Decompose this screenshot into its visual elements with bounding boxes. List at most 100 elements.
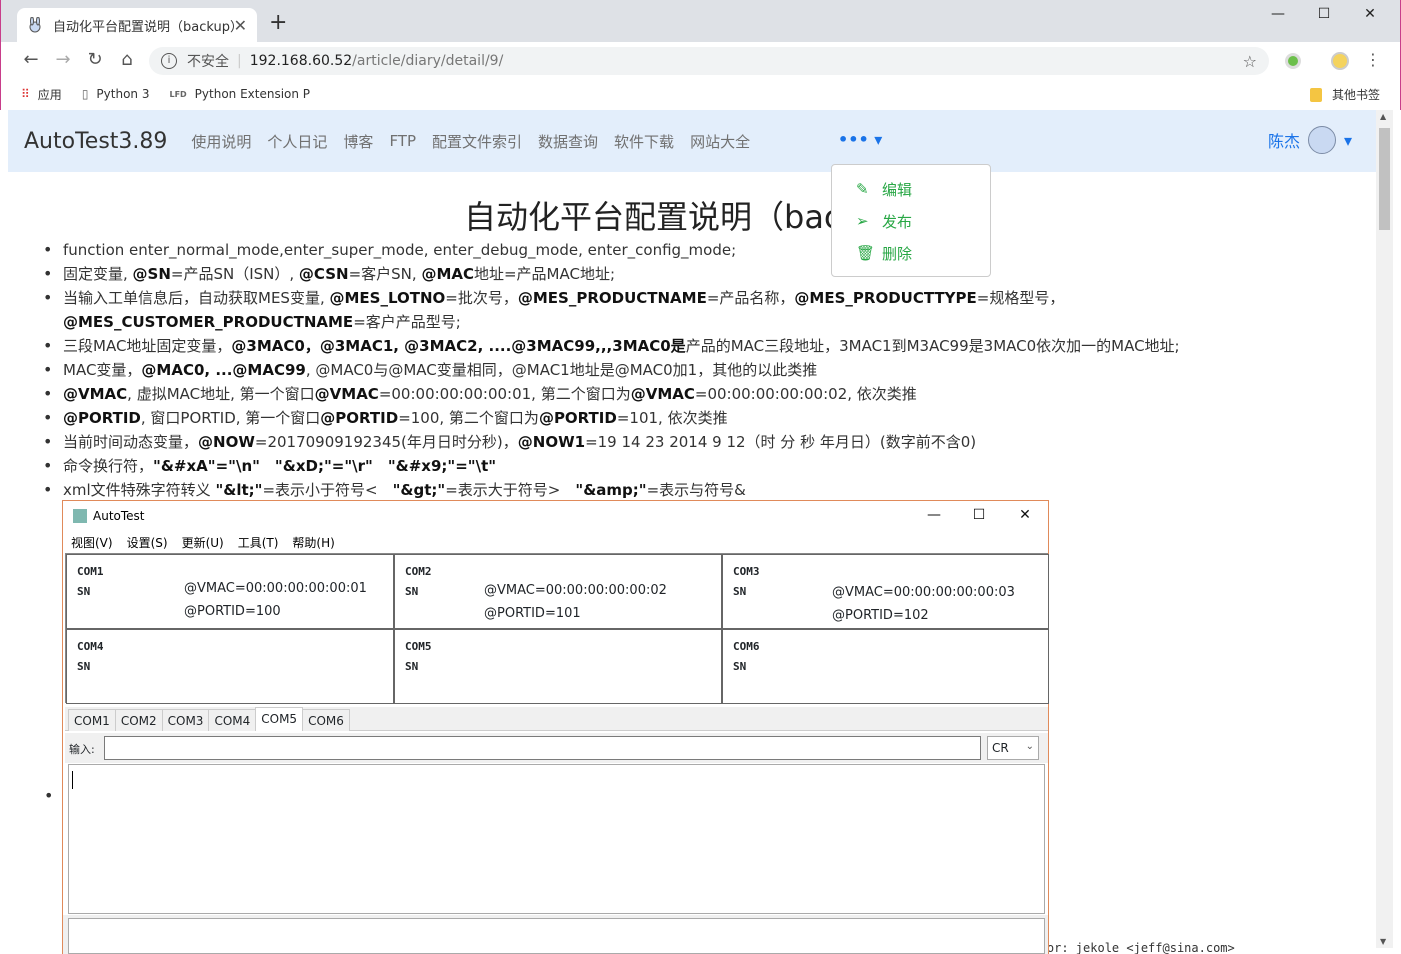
page-scrollbar[interactable]: ▲ ▼ bbox=[1376, 110, 1393, 948]
dropdown-item-edit[interactable]: ✎ 编辑 bbox=[832, 173, 990, 205]
command-input[interactable] bbox=[104, 736, 981, 760]
port-sn: SN bbox=[77, 585, 91, 598]
forward-icon[interactable]: → bbox=[51, 50, 75, 70]
app-close-icon[interactable]: ✕ bbox=[1002, 507, 1048, 523]
list-item: 固定变量, @SN=产品SN（ISN）, @CSN=客户SN, @MAC地址=产… bbox=[42, 262, 1362, 286]
home-icon[interactable]: ⌂ bbox=[115, 50, 139, 70]
bookmark-apps[interactable]: ⠿ 应用 bbox=[21, 86, 62, 103]
port-grid: COM1 SN @VMAC=00:00:00:00:00:01 @PORTID=… bbox=[65, 553, 1049, 704]
dropdown-item-publish[interactable]: ➢ 发布 bbox=[832, 205, 990, 237]
extension-icon[interactable] bbox=[1285, 53, 1301, 69]
port-cell-com3[interactable]: COM3 SN @VMAC=00:00:00:00:00:03 @PORTID=… bbox=[722, 554, 1049, 629]
maximize-icon[interactable]: ☐ bbox=[1301, 6, 1347, 22]
port-vmac: @VMAC=00:00:00:00:00:02 bbox=[484, 583, 667, 598]
port-cell-com4[interactable]: COM4 SN bbox=[66, 629, 394, 704]
bookmark-python3[interactable]: ▯ Python 3 bbox=[82, 87, 150, 101]
menu-help[interactable]: 帮助(H) bbox=[292, 534, 334, 551]
apps-icon: ⠿ bbox=[21, 87, 30, 101]
nav-link-usage[interactable]: 使用说明 bbox=[191, 131, 251, 152]
serial-output-area[interactable] bbox=[68, 764, 1045, 914]
port-sn: SN bbox=[733, 660, 747, 673]
new-tab-button[interactable]: + bbox=[269, 12, 287, 34]
secondary-output-area[interactable] bbox=[68, 918, 1045, 954]
list-item-bullet: • bbox=[44, 786, 54, 805]
lfd-icon: LFD bbox=[169, 89, 187, 99]
reload-icon[interactable]: ↻ bbox=[83, 50, 107, 70]
port-name: COM1 bbox=[77, 565, 104, 578]
info-icon[interactable]: i bbox=[161, 53, 177, 69]
tab-com5[interactable]: COM5 bbox=[255, 707, 304, 731]
tab-com1[interactable]: COM1 bbox=[68, 709, 116, 731]
nav-link-config-index[interactable]: 配置文件索引 bbox=[432, 131, 522, 152]
port-vmac: @VMAC=00:00:00:00:00:01 bbox=[184, 581, 367, 596]
nav-link-data-query[interactable]: 数据查询 bbox=[538, 131, 598, 152]
app-minimize-icon[interactable]: — bbox=[911, 507, 957, 523]
port-cell-com6[interactable]: COM6 SN bbox=[722, 629, 1049, 704]
bookmarks-bar: ⠿ 应用 ▯ Python 3 LFD Python Extension P 其… bbox=[1, 80, 1400, 108]
autotest-title: AutoTest bbox=[93, 509, 145, 523]
port-name: COM2 bbox=[405, 565, 432, 578]
list-item: xml文件特殊字符转义 "&lt;"=表示小于符号< "&gt;"=表示大于符号… bbox=[42, 478, 1362, 502]
tab-com4[interactable]: COM4 bbox=[208, 709, 257, 731]
menu-tools[interactable]: 工具(T) bbox=[238, 534, 279, 551]
background-window-edge bbox=[0, 362, 8, 954]
site-brand[interactable]: AutoTest3.89 bbox=[24, 129, 167, 154]
port-cell-com1[interactable]: COM1 SN @VMAC=00:00:00:00:00:01 @PORTID=… bbox=[66, 554, 394, 629]
more-menu-button[interactable]: ••• ▾ bbox=[838, 130, 882, 149]
menu-update[interactable]: 更新(U) bbox=[182, 534, 224, 551]
port-cell-com2[interactable]: COM2 SN @VMAC=00:00:00:00:00:02 @PORTID=… bbox=[394, 554, 722, 629]
dropdown-item-label: 删除 bbox=[882, 244, 913, 263]
tab-com3[interactable]: COM3 bbox=[161, 709, 210, 731]
port-sn: SN bbox=[405, 585, 419, 598]
list-item: 三段MAC地址固定变量，@3MAC0，@3MAC1, @3MAC2, ....@… bbox=[42, 334, 1362, 358]
rabbit-favicon-icon bbox=[29, 17, 41, 33]
dropdown-item-delete[interactable]: 🗑 删除 bbox=[832, 237, 990, 269]
toolbar: ← → ↻ ⌂ i 不安全 | 192.168.60.52 /article/d… bbox=[1, 42, 1400, 80]
minimize-icon[interactable]: — bbox=[1255, 6, 1301, 22]
nav-link-download[interactable]: 软件下载 bbox=[614, 131, 674, 152]
port-cell-com5[interactable]: COM5 SN bbox=[394, 629, 722, 704]
list-item: @PORTID, 窗口PORTID, 第一个窗口@PORTID=100, 第二个… bbox=[42, 406, 1362, 430]
bookmark-label: Python 3 bbox=[96, 87, 150, 101]
caret-down-icon: ▾ bbox=[1343, 130, 1352, 150]
browser-tab[interactable]: 自动化平台配置说明（backup） ✕ bbox=[17, 8, 257, 42]
address-bar[interactable]: i 不安全 | 192.168.60.52 /article/diary/det… bbox=[149, 47, 1269, 75]
scrollbar-thumb[interactable] bbox=[1379, 128, 1390, 230]
nav-link-blog[interactable]: 博客 bbox=[343, 131, 373, 152]
user-menu[interactable]: 陈杰 ▾ bbox=[1268, 126, 1352, 154]
article-content: function enter_normal_mode,enter_super_m… bbox=[42, 238, 1362, 502]
port-name: COM4 bbox=[77, 640, 104, 653]
send-icon: ➢ bbox=[856, 212, 869, 230]
profile-icon[interactable] bbox=[1331, 52, 1349, 70]
list-item: @VMAC, 虚拟MAC地址, 第一个窗口@VMAC=00:00:00:00:0… bbox=[42, 382, 1362, 406]
other-bookmarks[interactable]: 其他书签 bbox=[1309, 86, 1380, 103]
menu-view[interactable]: 视图(V) bbox=[71, 534, 113, 551]
bookmark-python-extension[interactable]: LFD Python Extension P bbox=[169, 87, 310, 101]
nav-link-ftp[interactable]: FTP bbox=[389, 132, 416, 150]
tab-close-icon[interactable]: ✕ bbox=[234, 16, 247, 35]
tab-com6[interactable]: COM6 bbox=[302, 709, 350, 731]
site-navbar: AutoTest3.89 使用说明 个人日记 博客 FTP 配置文件索引 数据查… bbox=[8, 110, 1376, 172]
back-icon[interactable]: ← bbox=[19, 50, 43, 70]
scroll-down-icon[interactable]: ▼ bbox=[1380, 937, 1386, 946]
menu-settings[interactable]: 设置(S) bbox=[127, 534, 168, 551]
scroll-up-icon[interactable]: ▲ bbox=[1380, 112, 1386, 121]
folder-icon bbox=[1309, 87, 1322, 102]
url-host: 192.168.60.52 bbox=[249, 53, 353, 69]
close-window-icon[interactable]: ✕ bbox=[1347, 6, 1393, 22]
menu-kebab-icon[interactable]: ⋮ bbox=[1365, 50, 1381, 69]
port-name: COM6 bbox=[733, 640, 760, 653]
port-vmac: @VMAC=00:00:00:00:00:03 bbox=[832, 585, 1015, 600]
app-menubar: 视图(V) 设置(S) 更新(U) 工具(T) 帮助(H) bbox=[63, 531, 349, 553]
line-ending-select[interactable]: CR ⌄ bbox=[987, 736, 1039, 760]
nav-link-sites[interactable]: 网站大全 bbox=[690, 131, 750, 152]
com-tabs: COM1 COM2 COM3 COM4 COM5 COM6 bbox=[65, 707, 1048, 731]
app-bottom-panel bbox=[63, 915, 1048, 954]
nav-link-diary[interactable]: 个人日记 bbox=[267, 131, 327, 152]
bookmark-star-icon[interactable]: ☆ bbox=[1243, 52, 1257, 71]
tab-com2[interactable]: COM2 bbox=[114, 709, 163, 731]
autotest-window: AutoTest — ☐ ✕ 视图(V) 设置(S) 更新(U) 工具(T) 帮… bbox=[62, 500, 1049, 954]
trash-icon: 🗑 bbox=[856, 244, 876, 262]
list-item: 当输入工单信息后，自动获取MES变量, @MES_LOTNO=批次号，@MES_… bbox=[42, 286, 1362, 334]
app-maximize-icon[interactable]: ☐ bbox=[956, 507, 1002, 523]
